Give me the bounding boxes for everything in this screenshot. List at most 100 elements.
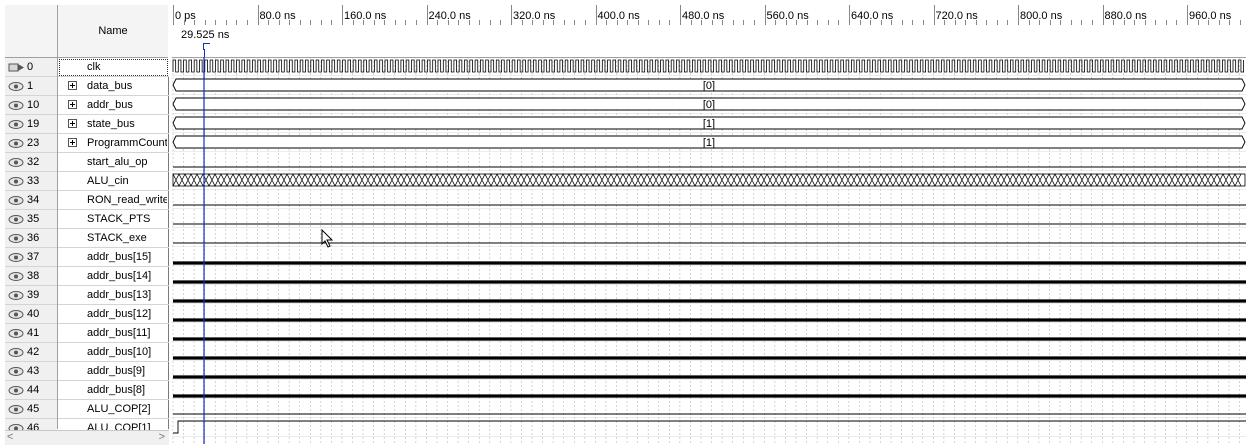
signal-name-cell[interactable]: addr_bus[8] (58, 381, 169, 400)
signal-row[interactable]: 37 addr_bus[15] (5, 248, 169, 267)
signal-name-cell[interactable]: ALU_COP[2] (58, 400, 169, 419)
ruler-minor-tick (1060, 20, 1062, 25)
signal-name-cell[interactable]: addr_bus[13] (58, 286, 169, 305)
signal-id: 42 (27, 346, 40, 358)
scroll-left-icon[interactable]: < (7, 431, 13, 443)
ruler-tick-label: 480.0 ns (682, 10, 725, 22)
signal-id-cell[interactable]: 38 (5, 267, 57, 286)
expand-plus-icon[interactable] (68, 100, 77, 109)
signal-id-cell[interactable]: 37 (5, 248, 57, 267)
signal-id-cell[interactable]: 39 (5, 286, 57, 305)
signal-row[interactable]: 41 addr_bus[11] (5, 324, 169, 343)
signal-row[interactable]: 32 start_alu_op (5, 153, 169, 172)
signal-row[interactable]: 42 addr_bus[10] (5, 343, 169, 362)
signal-row[interactable]: 36 STACK_exe (5, 229, 169, 248)
ruler-tick-label: 960.0 ns (1189, 10, 1232, 22)
signal-name-cell[interactable]: addr_bus (58, 96, 169, 115)
signal-name-cell[interactable]: state_bus (58, 115, 169, 134)
signal-id-cell[interactable]: 23 (5, 134, 57, 153)
signal-id: 37 (27, 251, 40, 263)
waveform-editor: Name 0 clk 1 data_bus 10 addr_bus 19 state_bus 2… (0, 0, 1248, 445)
signal-name: ProgrammCounte (87, 137, 167, 149)
signal-row[interactable]: 10 addr_bus (5, 96, 169, 115)
time-cursor-ruler[interactable] (204, 49, 205, 57)
signal-row[interactable]: 35 STACK_PTS (5, 210, 169, 229)
signal-id-cell[interactable]: 33 (5, 172, 57, 191)
signal-id-cell[interactable]: 32 (5, 153, 57, 172)
signal-row[interactable]: 19 state_bus (5, 115, 169, 134)
signal-name-cell[interactable]: ALU_cin (58, 172, 169, 191)
signal-id-cell[interactable]: 1 (5, 77, 57, 96)
signal-name-cell[interactable]: data_bus (58, 77, 169, 96)
signal-id: 43 (27, 365, 40, 377)
signal-name-cell[interactable]: STACK_PTS (58, 210, 169, 229)
signal-id-cell[interactable]: 0 (5, 58, 57, 77)
signal-name-cell[interactable]: clk (58, 58, 169, 77)
signal-name-cell[interactable]: addr_bus[12] (58, 305, 169, 324)
signal-name-cell[interactable]: addr_bus[15] (58, 248, 169, 267)
ruler-minor-tick (796, 20, 798, 25)
signal-name-cell[interactable]: start_alu_op (58, 153, 169, 172)
signal-row[interactable]: 23 ProgrammCounte (5, 134, 169, 153)
signal-id-cell[interactable]: 44 (5, 381, 57, 400)
ruler-minor-tick (743, 20, 745, 25)
bus-value-label: [0] (703, 80, 715, 92)
ruler-minor-tick (986, 20, 988, 25)
ruler-minor-tick (944, 20, 946, 25)
ruler-minor-tick (912, 20, 914, 25)
name-column-header[interactable]: Name (58, 5, 168, 58)
ruler-minor-tick (584, 20, 586, 25)
expand-plus-icon[interactable] (68, 119, 77, 128)
signal-name-cell[interactable]: addr_bus[10] (58, 343, 169, 362)
signal-id-cell[interactable]: 43 (5, 362, 57, 381)
signal-id-cell[interactable]: 40 (5, 305, 57, 324)
ruler-minor-tick (965, 20, 967, 25)
ruler-minor-tick (880, 20, 882, 25)
signal-row[interactable]: 38 addr_bus[14] (5, 267, 169, 286)
signal-id-cell[interactable]: 41 (5, 324, 57, 343)
ruler-minor-tick (479, 20, 481, 25)
signal-id-cell[interactable]: 36 (5, 229, 57, 248)
scroll-right-icon[interactable]: > (159, 431, 165, 443)
signal-row[interactable]: 43 addr_bus[9] (5, 362, 169, 381)
signal-name-cell[interactable]: ProgrammCounte (58, 134, 169, 153)
signal-row[interactable]: 44 addr_bus[8] (5, 381, 169, 400)
signal-name-cell[interactable]: addr_bus[9] (58, 362, 169, 381)
ruler-minor-tick (838, 20, 840, 25)
signal-name: STACK_PTS (87, 213, 151, 225)
ruler-minor-tick (996, 20, 998, 25)
signal-row[interactable]: 1 data_bus (5, 77, 169, 96)
signal-row[interactable]: 33 ALU_cin (5, 172, 169, 191)
signal-row[interactable]: 45 ALU_COP[2] (5, 400, 169, 419)
signal-id-cell[interactable]: 45 (5, 400, 57, 419)
signal-name-cell[interactable]: STACK_exe (58, 229, 169, 248)
signal-name: addr_bus[13] (87, 289, 152, 301)
name-column-scrollbar[interactable]: < > (5, 430, 169, 445)
signal-name-cell[interactable]: addr_bus[11] (58, 324, 169, 343)
signal-name: addr_bus (87, 99, 133, 111)
ruler-tick-label: 320.0 ns (513, 10, 556, 22)
signal-row[interactable]: 40 addr_bus[12] (5, 305, 169, 324)
signal-row[interactable]: 39 addr_bus[13] (5, 286, 169, 305)
signal-id-cell[interactable]: 19 (5, 115, 57, 134)
expand-plus-icon[interactable] (68, 81, 77, 90)
mouse-pointer-icon (321, 229, 334, 248)
waveform-area[interactable]: [0] [0] [1] [1] (172, 57, 1246, 444)
signal-id-cell[interactable]: 35 (5, 210, 57, 229)
signal-name-cell[interactable]: RON_read_write (58, 191, 169, 210)
signal-row[interactable]: 34 RON_read_write (5, 191, 169, 210)
expand-plus-icon[interactable] (68, 138, 77, 147)
signal-id-cell[interactable]: 42 (5, 343, 57, 362)
signal-row[interactable]: 0 clk (5, 58, 169, 77)
ruler-major-tick (426, 5, 428, 25)
time-ruler[interactable]: 29.525 ns 0 ps 80.0 ns 160.0 ns 240.0 ns 320… (172, 5, 1246, 58)
signal-name: addr_bus[11] (87, 327, 151, 339)
ruler-minor-tick (447, 20, 449, 25)
ruler-minor-tick (373, 20, 375, 25)
signal-id-cell[interactable]: 10 (5, 96, 57, 115)
name-header-label: Name (98, 25, 128, 37)
signal-name-cell[interactable]: addr_bus[14] (58, 267, 169, 286)
output-pin-icon (8, 158, 24, 167)
output-pin-icon (8, 310, 24, 319)
signal-id-cell[interactable]: 34 (5, 191, 57, 210)
